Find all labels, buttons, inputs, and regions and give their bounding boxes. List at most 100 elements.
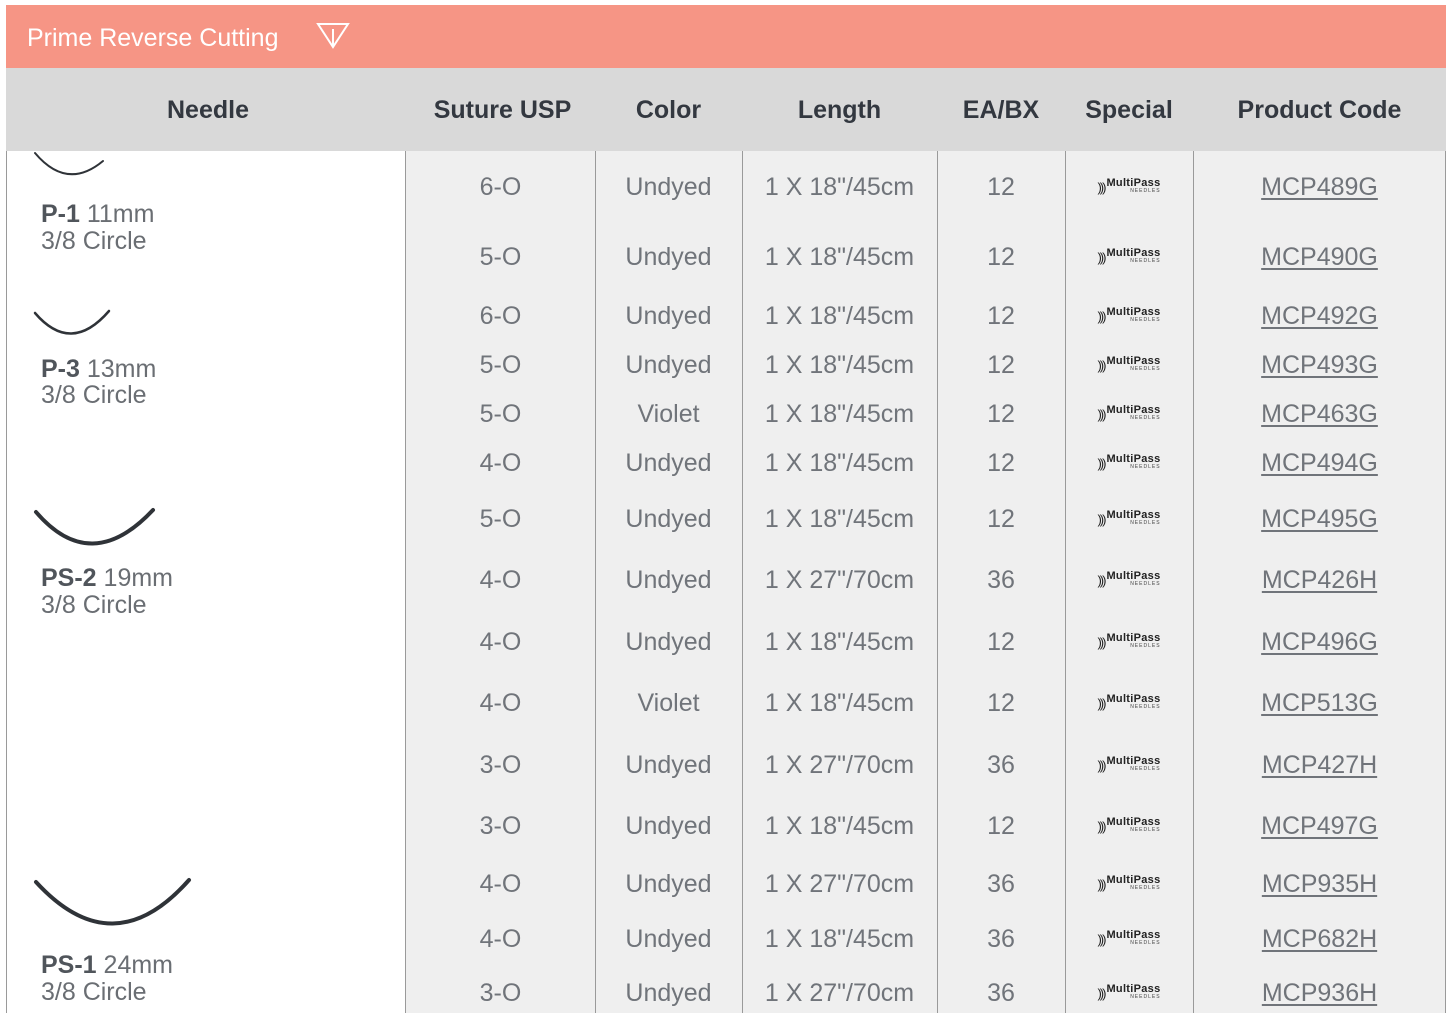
- needle-shape: 3/8 Circle: [41, 227, 147, 255]
- special-cell: ))) MultiPass NEEDLES: [1065, 915, 1193, 963]
- special-cell: ))) MultiPass NEEDLES: [1065, 618, 1193, 666]
- multipass-logo-main: MultiPass: [1106, 874, 1161, 886]
- multipass-waves-icon: ))): [1097, 511, 1106, 527]
- length-cell: 1 X 18"/45cm: [764, 627, 915, 656]
- suture-usp-cell: 5-O: [479, 242, 522, 271]
- color-cell: Undyed: [625, 448, 712, 477]
- multipass-logo-sub: NEEDLES: [1130, 643, 1161, 649]
- needle-size: 19mm: [96, 564, 173, 592]
- product-code-cell[interactable]: MCP495G: [1193, 495, 1446, 543]
- product-code-link[interactable]: MCP490G: [1261, 243, 1378, 272]
- product-code-cell[interactable]: MCP682H: [1193, 915, 1446, 963]
- suture-usp-cell: 5-O: [479, 350, 522, 379]
- col-header-needle: Needle: [167, 96, 249, 124]
- multipass-logo-icon: ))) MultiPass NEEDLES: [1097, 817, 1161, 834]
- product-code-cell[interactable]: MCP427H: [1193, 741, 1446, 789]
- suture-usp-cell: 5-O: [479, 399, 522, 428]
- length-cell: 1 X 18"/45cm: [764, 242, 915, 271]
- multipass-waves-icon: ))): [1097, 818, 1106, 834]
- multipass-logo-text: MultiPass NEEDLES: [1106, 405, 1160, 422]
- special-cell: ))) MultiPass NEEDLES: [1065, 969, 1193, 1017]
- multipass-waves-icon: ))): [1097, 931, 1106, 947]
- multipass-logo-icon: ))) MultiPass NEEDLES: [1097, 178, 1161, 195]
- needle-name: PS-1 24mm: [41, 952, 173, 979]
- product-code-cell[interactable]: MCP936H: [1193, 969, 1446, 1017]
- table-row: 4-O Undyed 1 X 18"/45cm 12))) MultiPass NEEDL…: [406, 618, 1446, 666]
- product-code-link[interactable]: MCP936H: [1262, 979, 1377, 1008]
- ea-bx-cell: 36: [987, 869, 1015, 898]
- special-cell: ))) MultiPass NEEDLES: [1065, 741, 1193, 789]
- multipass-logo-sub: NEEDLES: [1130, 520, 1161, 526]
- product-code-cell[interactable]: MCP492G: [1193, 292, 1446, 340]
- product-code-link[interactable]: MCP495G: [1261, 505, 1378, 534]
- multipass-logo-icon: ))) MultiPass NEEDLES: [1097, 874, 1161, 892]
- multipass-logo-icon: ))) MultiPass NEEDLES: [1097, 756, 1160, 773]
- product-code-link[interactable]: MCP513G: [1261, 689, 1378, 718]
- product-code-cell[interactable]: MCP490G: [1193, 233, 1446, 281]
- needle-group: PS-2 19mm 3/8 Circle 5-O Undyed 1 X 18"/45cm…: [6, 486, 1446, 857]
- product-code-link[interactable]: MCP426H: [1262, 566, 1377, 595]
- section-banner: Prime Reverse Cutting: [6, 5, 1446, 68]
- multipass-logo-sub: NEEDLES: [1130, 188, 1161, 194]
- multipass-logo-main: MultiPass: [1106, 509, 1161, 521]
- needle-cell: PS-1 24mm 3/8 Circle: [6, 856, 406, 1013]
- special-cell: ))) MultiPass NEEDLES: [1065, 439, 1193, 487]
- product-code-cell[interactable]: MCP496G: [1193, 618, 1446, 666]
- needle-size: 24mm: [96, 951, 173, 979]
- product-code-cell[interactable]: MCP463G: [1193, 390, 1446, 438]
- ea-bx-cell: 36: [987, 750, 1015, 779]
- color-cell: Violet: [637, 399, 700, 428]
- length-cell: 1 X 27"/70cm: [764, 750, 915, 779]
- multipass-waves-icon: ))): [1097, 357, 1106, 373]
- product-code-link[interactable]: MCP935H: [1262, 870, 1377, 899]
- color-cell: Undyed: [625, 565, 712, 594]
- ea-bx-cell: 36: [987, 978, 1015, 1007]
- product-code-link[interactable]: MCP494G: [1261, 449, 1378, 478]
- product-code-link[interactable]: MCP493G: [1261, 351, 1378, 380]
- multipass-waves-icon: ))): [1097, 757, 1106, 773]
- needle-curve-icon: [34, 878, 191, 926]
- product-code-cell[interactable]: MCP494G: [1193, 439, 1446, 487]
- multipass-logo-text: MultiPass NEEDLES: [1106, 633, 1161, 650]
- multipass-waves-icon: ))): [1097, 179, 1106, 195]
- product-code-link[interactable]: MCP492G: [1261, 302, 1378, 331]
- multipass-logo-sub: NEEDLES: [1130, 366, 1161, 372]
- col-header-product-code: Product Code: [1237, 96, 1402, 124]
- product-code-link[interactable]: MCP463G: [1261, 400, 1378, 429]
- multipass-logo-icon: ))) MultiPass NEEDLES: [1097, 930, 1161, 947]
- multipass-waves-icon: ))): [1097, 695, 1106, 711]
- needle-cell: P-3 13mm 3/8 Circle: [6, 289, 406, 486]
- product-code-cell[interactable]: MCP493G: [1193, 341, 1446, 389]
- needle-curve-icon: [33, 309, 111, 335]
- multipass-logo-sub: NEEDLES: [1130, 827, 1161, 833]
- length-cell: 1 X 27"/70cm: [764, 869, 915, 898]
- special-cell: ))) MultiPass NEEDLES: [1065, 802, 1193, 850]
- product-code-cell[interactable]: MCP497G: [1193, 802, 1446, 850]
- multipass-logo-sub: NEEDLES: [1130, 581, 1161, 587]
- product-code-cell[interactable]: MCP426H: [1193, 556, 1446, 604]
- multipass-logo-text: MultiPass NEEDLES: [1106, 571, 1161, 588]
- multipass-logo-sub: NEEDLES: [1130, 940, 1161, 946]
- color-cell: Undyed: [625, 750, 712, 779]
- table-row: 4-O Undyed 1 X 18"/45cm 36))) MultiPass NEEDL…: [406, 915, 1446, 963]
- suture-usp-cell: 4-O: [479, 924, 522, 953]
- product-code-cell[interactable]: MCP489G: [1193, 163, 1446, 211]
- multipass-waves-icon: ))): [1097, 634, 1106, 650]
- special-cell: ))) MultiPass NEEDLES: [1065, 341, 1193, 389]
- product-code-link[interactable]: MCP682H: [1262, 925, 1377, 954]
- product-code-link[interactable]: MCP489G: [1261, 173, 1378, 202]
- multipass-waves-icon: ))): [1097, 406, 1106, 422]
- product-code-link[interactable]: MCP496G: [1261, 628, 1378, 657]
- needle-code: PS-2: [41, 564, 97, 592]
- product-code-cell[interactable]: MCP935H: [1193, 860, 1446, 908]
- funnel-icon[interactable]: [316, 21, 350, 49]
- multipass-logo-text: MultiPass NEEDLES: [1106, 756, 1160, 773]
- multipass-logo-icon: ))) MultiPass NEEDLES: [1097, 356, 1161, 373]
- needle-code: PS-1: [41, 951, 97, 979]
- special-cell: ))) MultiPass NEEDLES: [1065, 390, 1193, 438]
- product-code-link[interactable]: MCP497G: [1261, 812, 1378, 841]
- product-code-cell[interactable]: MCP513G: [1193, 679, 1446, 727]
- product-code-link[interactable]: MCP427H: [1262, 751, 1377, 780]
- multipass-waves-icon: ))): [1097, 308, 1106, 324]
- multipass-logo-text: MultiPass NEEDLES: [1106, 178, 1161, 195]
